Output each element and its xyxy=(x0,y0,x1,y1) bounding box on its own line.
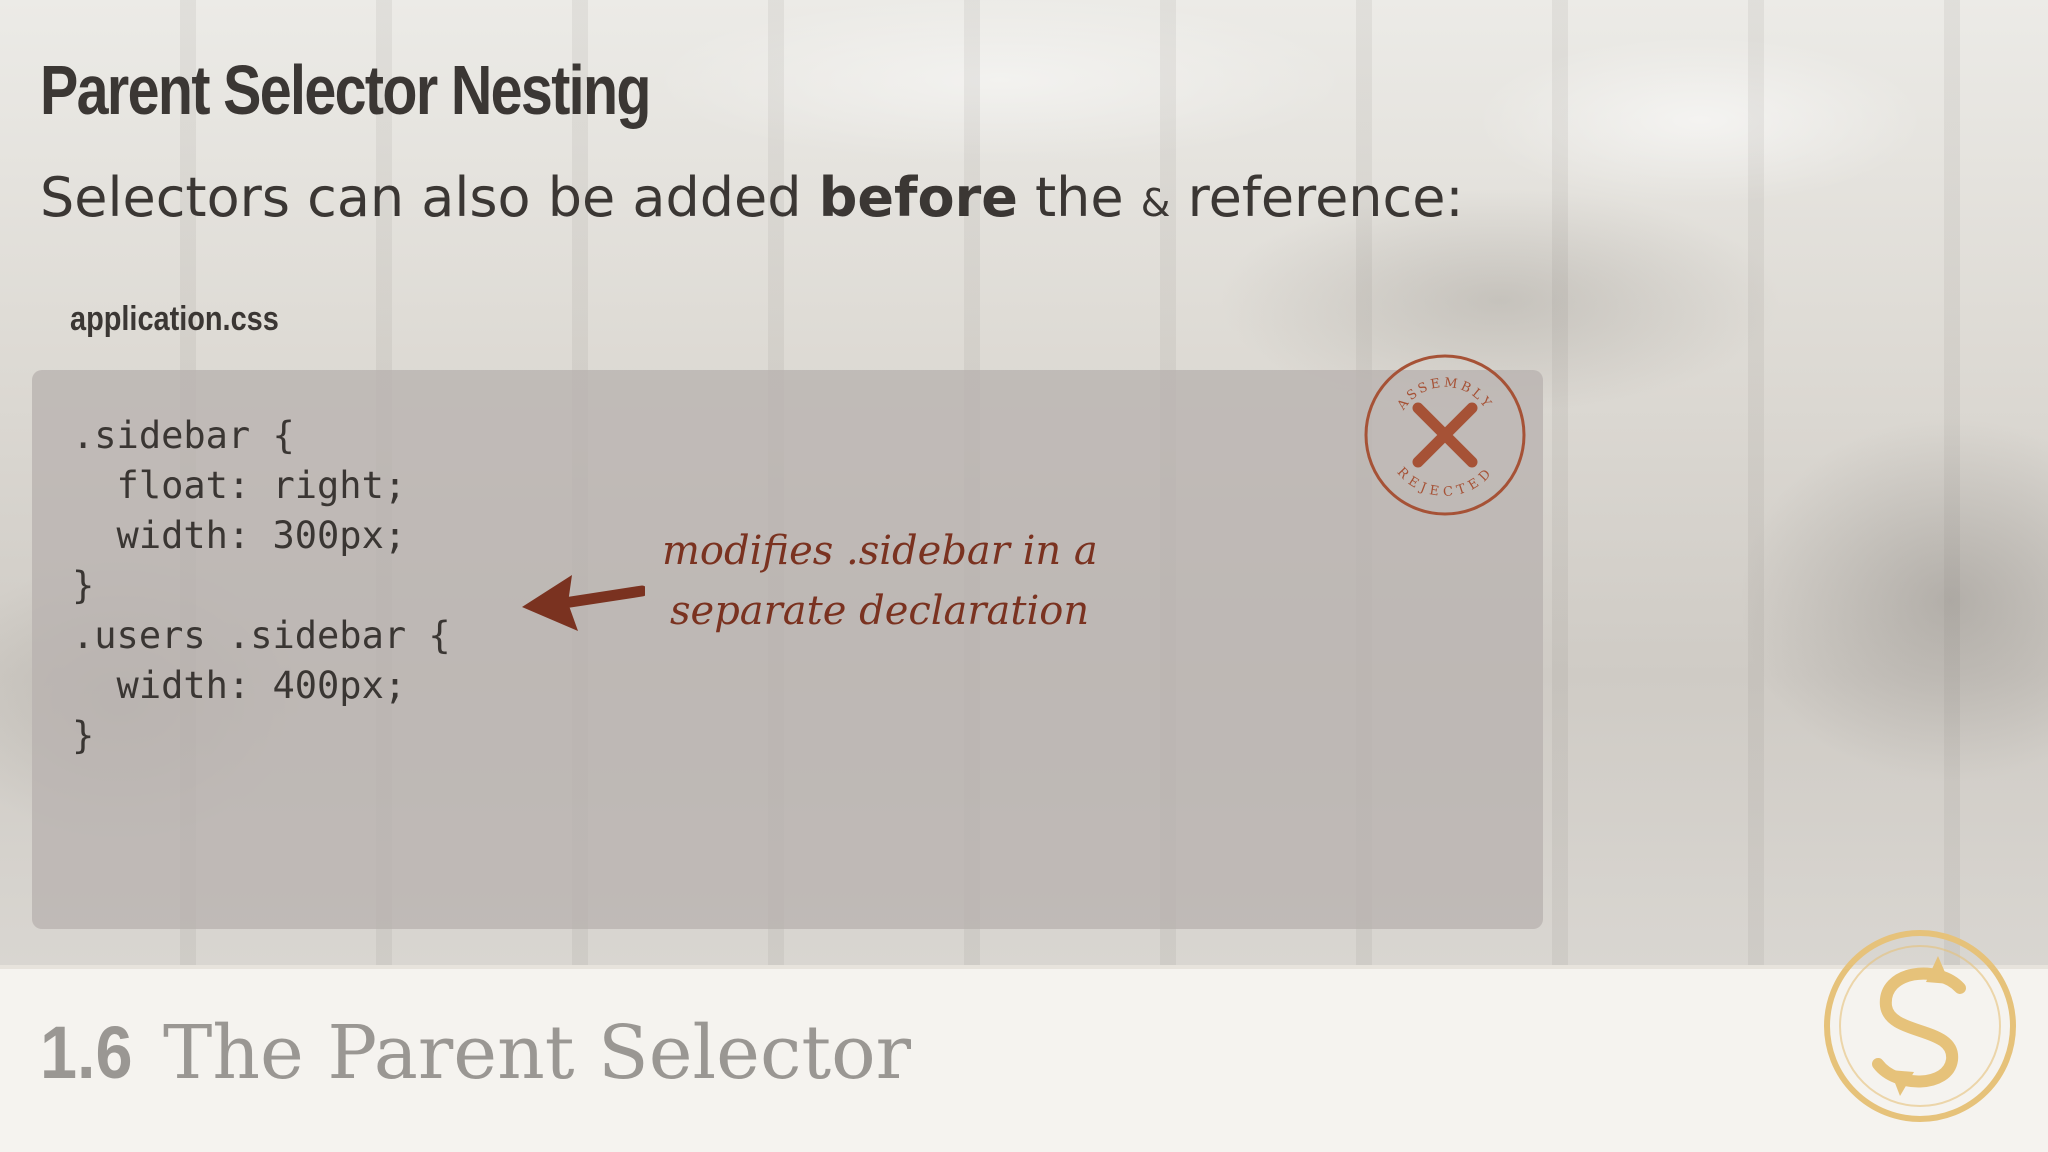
rejected-stamp-icon: ASSEMBLY REJECTED xyxy=(1364,354,1526,516)
subtitle-part-1: Selectors can also be added xyxy=(40,166,819,229)
code-line: .sidebar { xyxy=(72,414,295,457)
slide-title: Parent Selector Nesting xyxy=(40,51,651,129)
slide-subtitle: Selectors can also be added before the &… xyxy=(40,166,1464,229)
section-title: The Parent Selector xyxy=(163,1010,912,1096)
subtitle-part-3: reference: xyxy=(1170,166,1464,229)
stamp-bottom-text: REJECTED xyxy=(1394,465,1496,500)
subtitle-emphasis: before xyxy=(818,166,1018,229)
section-number: 1.6 xyxy=(40,1011,133,1094)
annotation-line-2: separate declaration xyxy=(670,588,1090,634)
arrow-left-icon xyxy=(522,575,645,631)
code-line: float: right; xyxy=(72,464,407,507)
subtitle-part-2: the xyxy=(1017,166,1141,229)
code-line: } xyxy=(72,714,95,757)
annotation-line-1: modifies .sidebar in a xyxy=(662,528,1098,574)
s-logo-icon xyxy=(1824,930,2016,1122)
code-line: } xyxy=(72,564,95,607)
code-line: .users .sidebar { xyxy=(72,614,451,657)
subtitle-ampersand: & xyxy=(1140,181,1171,225)
code-filename: application.css xyxy=(70,300,279,338)
code-line: width: 400px; xyxy=(72,664,407,707)
stamp-top-text: ASSEMBLY xyxy=(1394,375,1496,413)
code-line: width: 300px; xyxy=(72,514,407,557)
